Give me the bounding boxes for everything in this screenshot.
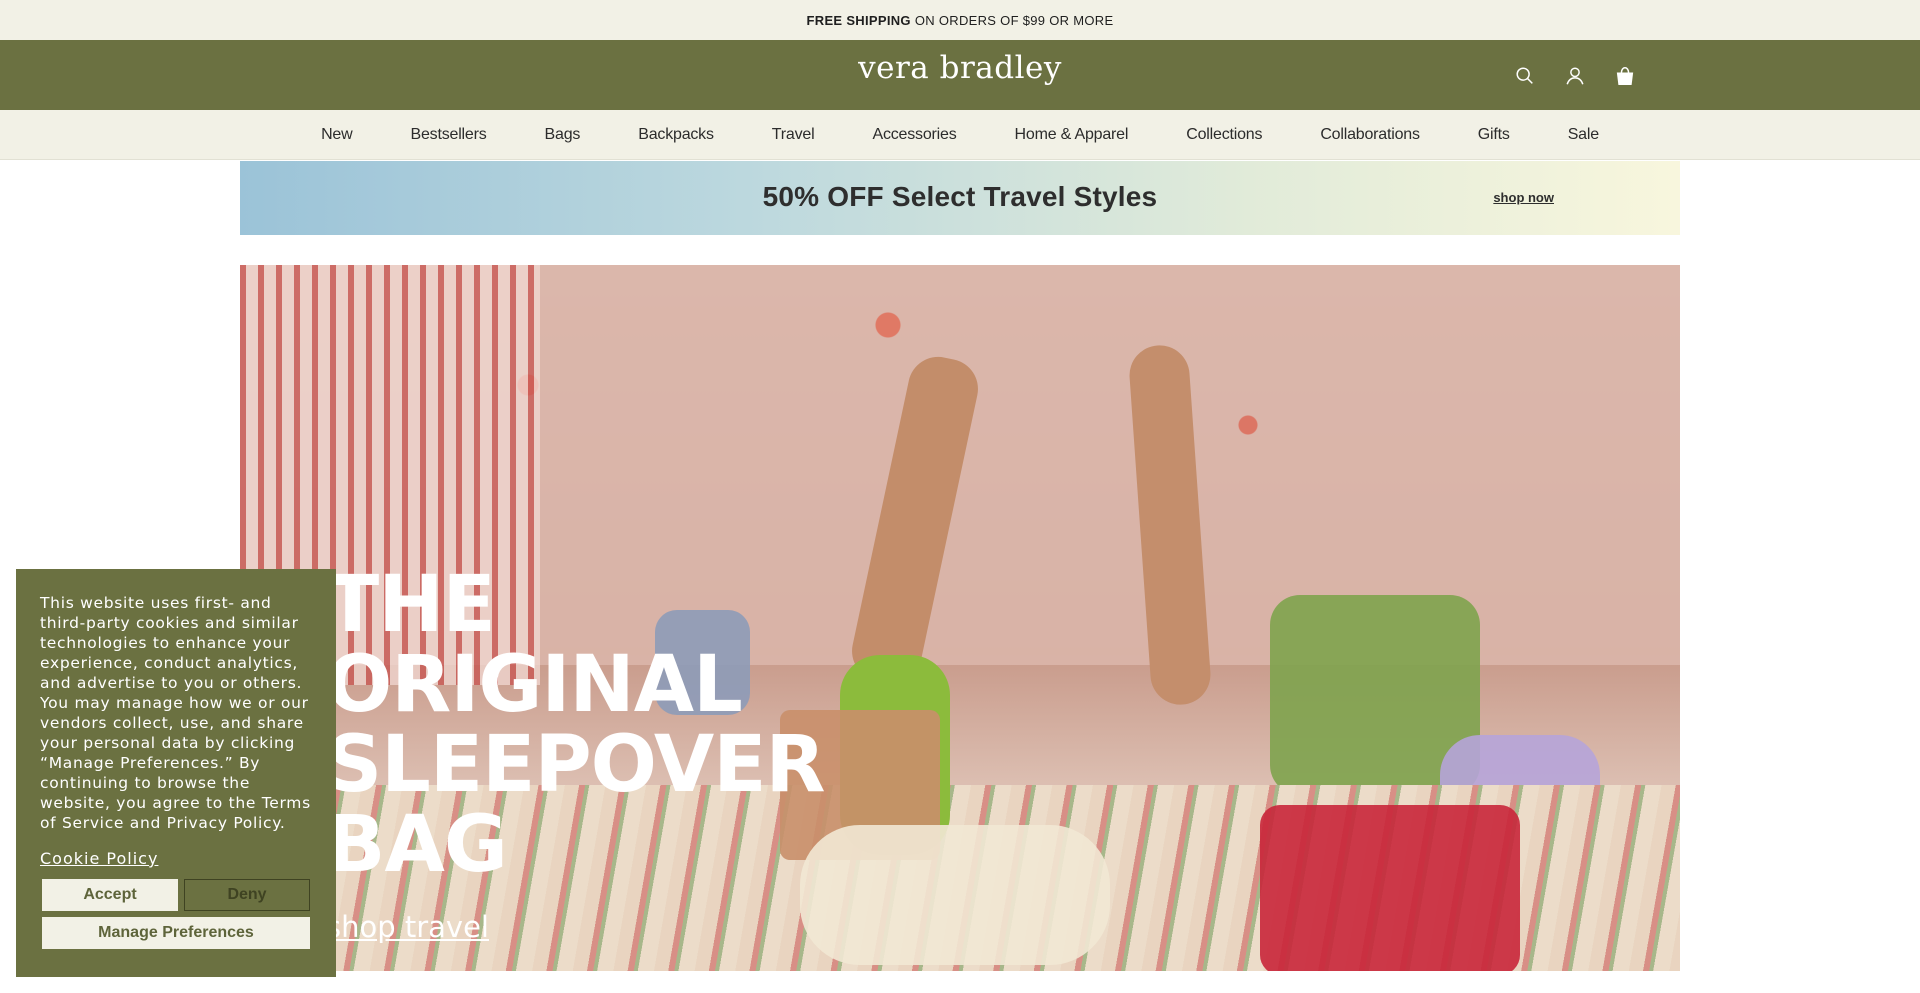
cookie-policy-link[interactable]: Cookie Policy <box>40 849 312 868</box>
cookie-banner: This website uses first- and third-party… <box>16 569 336 977</box>
announcement-text: ON ORDERS OF $99 OR MORE <box>914 12 1114 28</box>
promo-banner[interactable]: 50% OFF Select Travel Styles shop now <box>240 161 1680 235</box>
nav-item-sale[interactable]: Sale <box>1539 126 1628 144</box>
nav-item-travel[interactable]: Travel <box>743 126 844 144</box>
hero-headline-line: BAG <box>326 800 508 890</box>
nav-item-accessories[interactable]: Accessories <box>843 126 985 144</box>
account-icon[interactable] <box>1550 62 1600 90</box>
bag-icon[interactable] <box>1600 62 1650 90</box>
hero-headline-line: SLEEPOVER <box>326 720 826 810</box>
hero-headline-line: ORIGINAL <box>326 640 743 730</box>
nav-item-new[interactable]: New <box>292 126 381 144</box>
search-icon[interactable] <box>1500 62 1550 90</box>
nav-item-bags[interactable]: Bags <box>516 126 610 144</box>
hero-headline-line: THE <box>326 560 496 650</box>
cookie-message: This website uses first- and third-party… <box>40 594 311 832</box>
hero-banner[interactable]: THE ORIGINAL SLEEPOVER BAG shop travel <box>240 265 1680 971</box>
main-nav: New Bestsellers Bags Backpacks Travel Ac… <box>0 110 1920 160</box>
announcement-bar: FREE SHIPPING ON ORDERS OF $99 OR MORE <box>0 0 1920 40</box>
hero-headline: THE ORIGINAL SLEEPOVER BAG <box>326 565 886 885</box>
promo-title: 50% OFF Select Travel Styles <box>762 181 1158 212</box>
nav-item-collections[interactable]: Collections <box>1157 126 1291 144</box>
manage-preferences-button[interactable]: Manage Preferences <box>42 917 310 949</box>
nav-item-home-apparel[interactable]: Home & Apparel <box>986 126 1158 144</box>
header-icons <box>1500 62 1650 90</box>
nav-item-backpacks[interactable]: Backpacks <box>609 126 743 144</box>
cookie-buttons: Accept Deny Manage Preferences <box>42 879 310 949</box>
hero-shop-travel-link[interactable]: shop travel <box>326 910 489 944</box>
site-header: vera bradley <box>0 40 1920 110</box>
cookie-button-row: Accept Deny <box>42 879 310 911</box>
deny-button[interactable]: Deny <box>184 879 310 911</box>
promo-shop-now-link[interactable]: shop now <box>1493 190 1554 205</box>
nav-item-bestsellers[interactable]: Bestsellers <box>381 126 515 144</box>
nav-item-gifts[interactable]: Gifts <box>1449 126 1539 144</box>
announcement-bold: FREE SHIPPING <box>806 12 911 28</box>
nav-item-collaborations[interactable]: Collaborations <box>1291 126 1448 144</box>
hero-image-bag <box>1260 805 1520 971</box>
accept-button[interactable]: Accept <box>42 879 178 911</box>
